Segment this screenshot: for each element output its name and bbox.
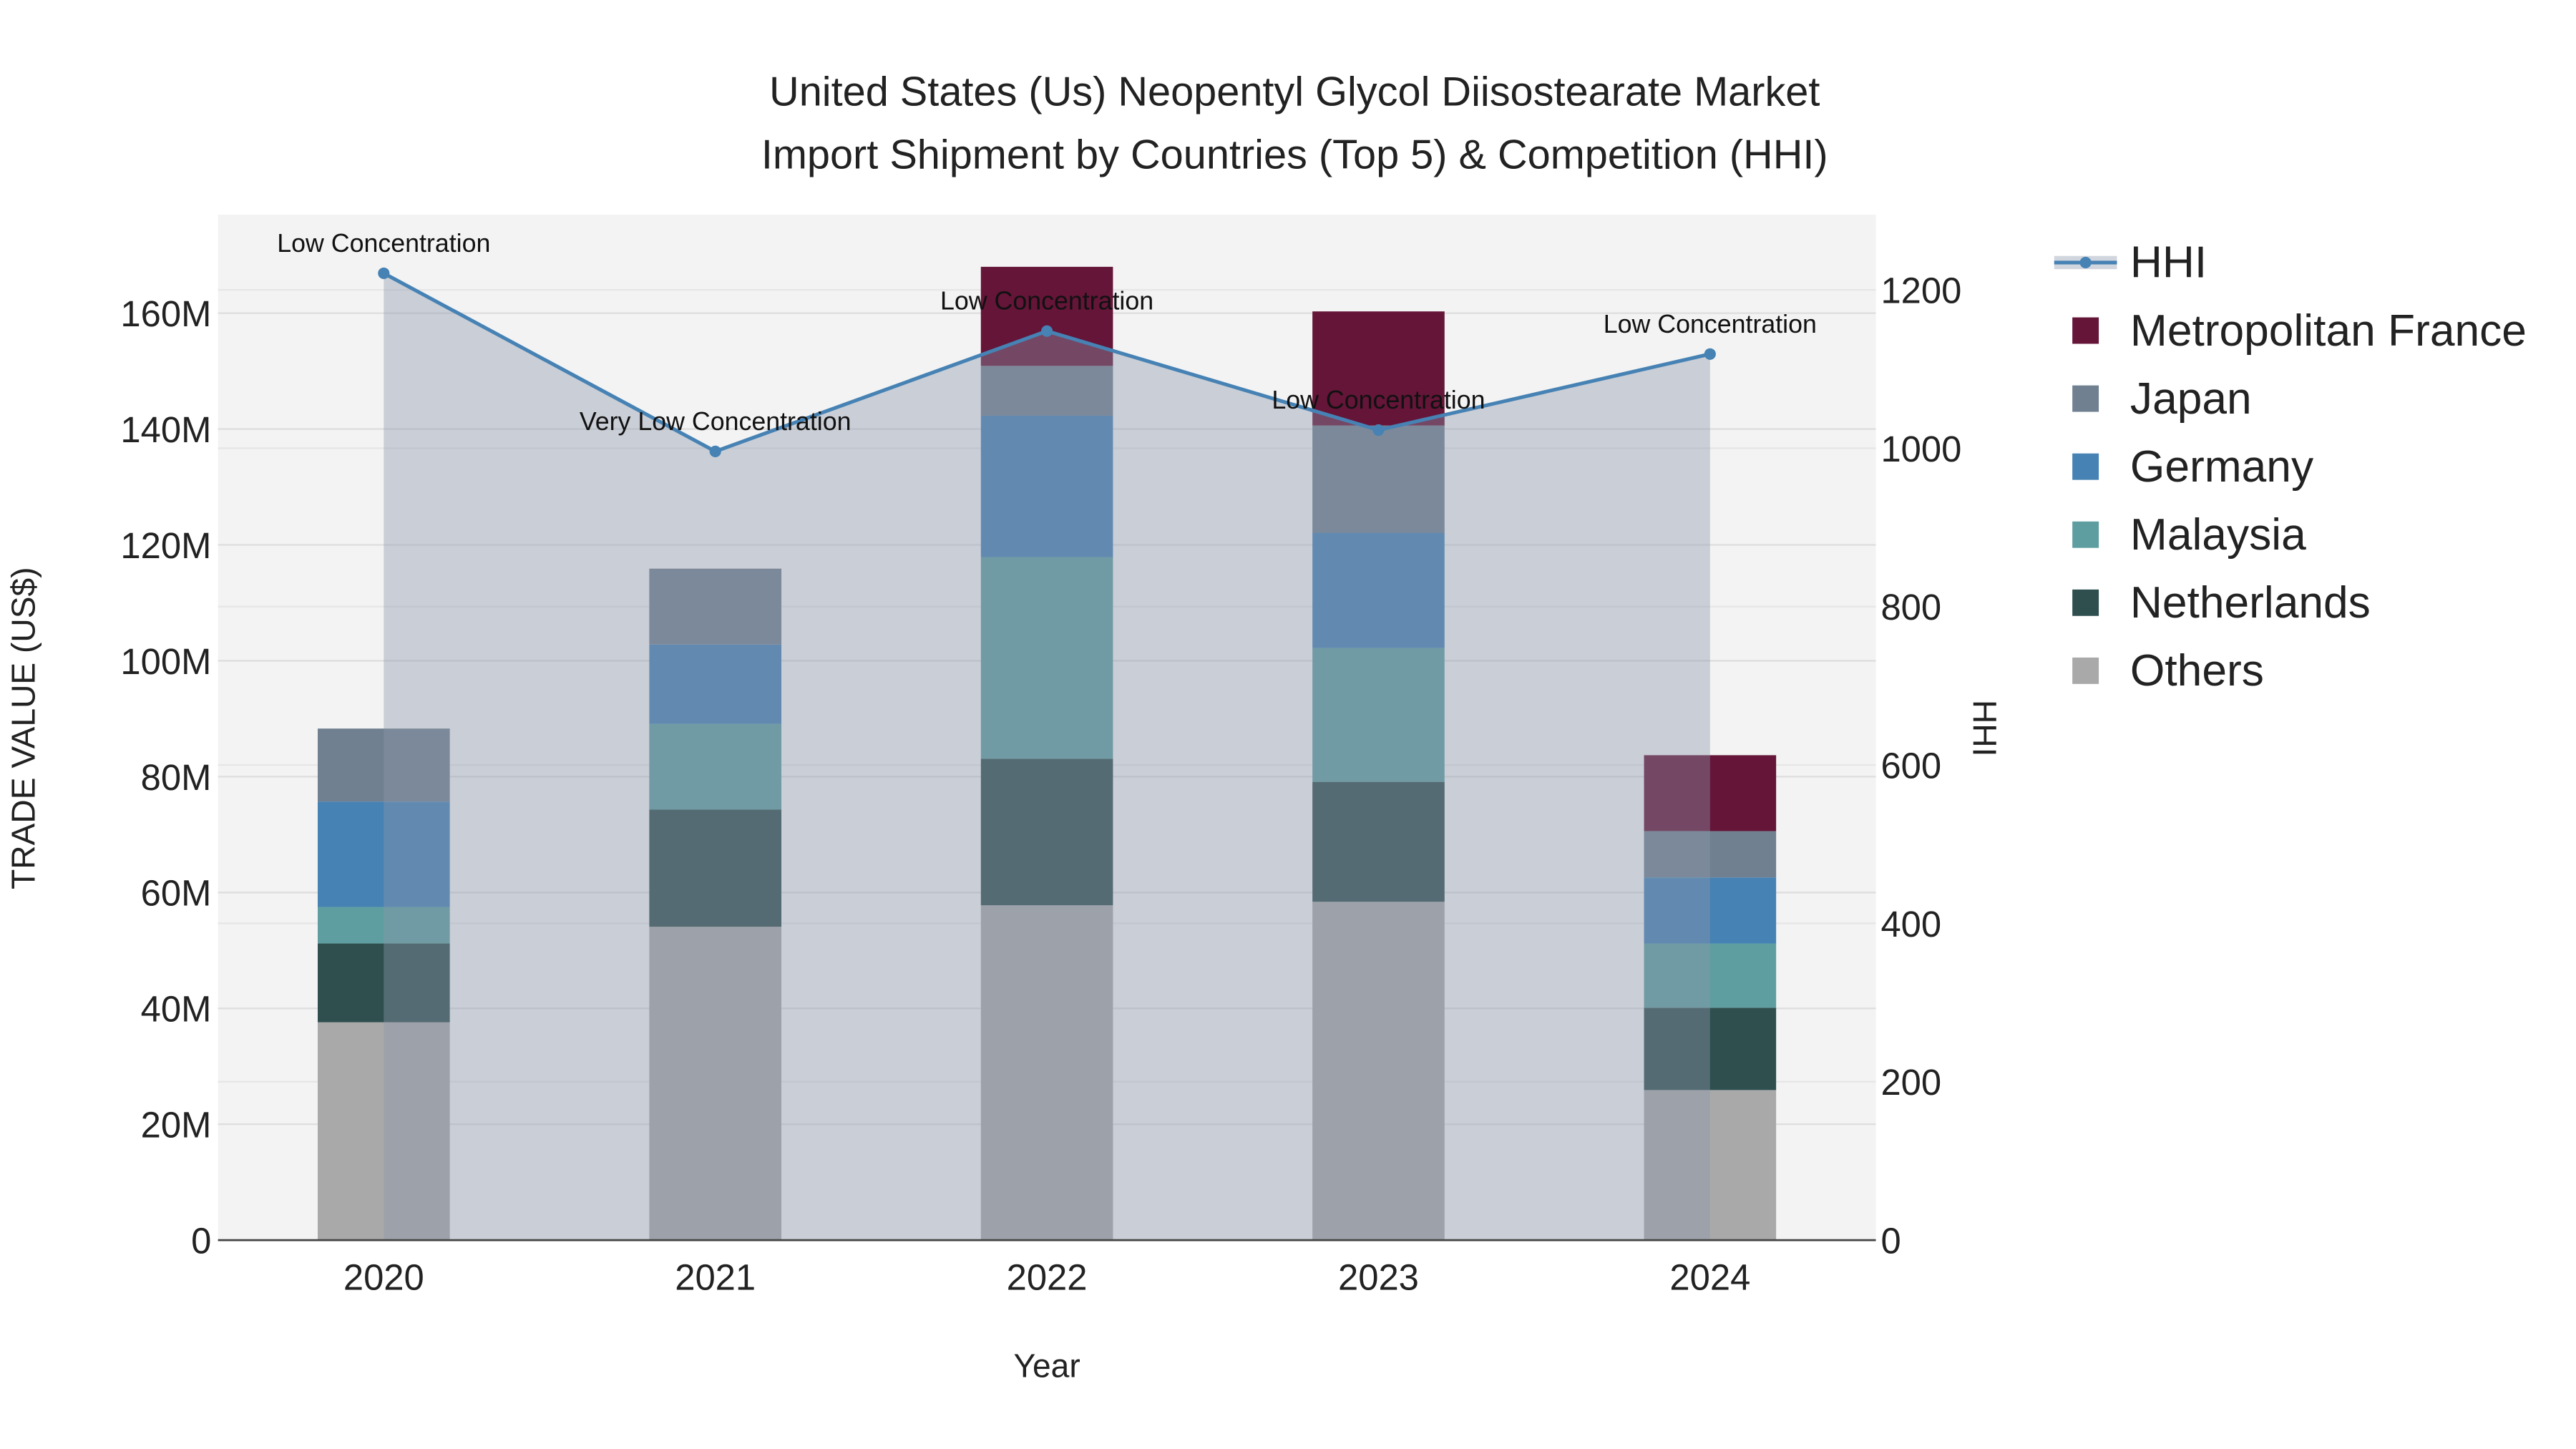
chart-title-line-1: United States (Us) Neopentyl Glycol Diis… — [769, 69, 1820, 115]
legend-swatch — [2072, 521, 2099, 548]
hhi-annotation: Low Concentration — [1272, 386, 1485, 414]
hhi-annotation: Low Concentration — [1604, 310, 1817, 338]
legend-swatch — [2072, 589, 2099, 616]
y-tick-label: 80M — [141, 757, 212, 798]
y2-tick-label: 1000 — [1880, 429, 1961, 469]
x-tick-label: 2022 — [1007, 1257, 1088, 1297]
x-axis-title: Year — [1013, 1347, 1080, 1385]
y-tick-label: 20M — [141, 1105, 212, 1146]
y2-tick-label: 200 — [1880, 1062, 1941, 1103]
hhi-point-2021[interactable] — [709, 445, 721, 457]
chart: United States (Us) Neopentyl Glycol Diis… — [4, 69, 2527, 1385]
legend-item-others[interactable]: Others — [2072, 646, 2264, 696]
legend-item-malaysia[interactable]: Malaysia — [2072, 510, 2306, 560]
y2-tick-label: 0 — [1880, 1221, 1901, 1262]
legend-label: Netherlands — [2130, 578, 2371, 628]
chart-title-line-2: Import Shipment by Countries (Top 5) & C… — [761, 132, 1828, 177]
legend: HHI Metropolitan France Japan Germany Malays… — [2054, 238, 2527, 696]
legend-label: HHI — [2130, 238, 2207, 288]
legend-label: Others — [2130, 646, 2264, 696]
legend-swatch — [2072, 385, 2099, 412]
y2-tick-label: 600 — [1880, 746, 1941, 786]
legend-swatch — [2072, 453, 2099, 480]
legend-label: Germany — [2130, 442, 2314, 492]
legend-swatch — [2079, 256, 2092, 268]
x-tick-label: 2021 — [675, 1257, 756, 1297]
y-tick-label: 100M — [120, 641, 211, 682]
legend-swatch — [2072, 317, 2099, 344]
legend-label: Japan — [2130, 374, 2252, 424]
hhi-point-2022[interactable] — [1041, 325, 1053, 337]
y2-tick-label: 800 — [1880, 587, 1941, 628]
y-tick-label: 60M — [141, 873, 212, 914]
legend-label: Malaysia — [2130, 510, 2306, 560]
y2-axis-title: HHI — [1966, 700, 2004, 756]
y-tick-label: 0 — [191, 1221, 211, 1262]
hhi-annotation: Low Concentration — [277, 229, 490, 258]
legend-swatch — [2072, 657, 2099, 684]
legend-item-metropolitan-france[interactable]: Metropolitan France — [2072, 306, 2527, 356]
y-axis-title: TRADE VALUE (US$) — [4, 567, 42, 889]
legend-item-japan[interactable]: Japan — [2072, 374, 2252, 424]
y2-tick-label: 400 — [1880, 904, 1941, 945]
x-tick-label: 2024 — [1669, 1257, 1750, 1297]
y-tick-label: 160M — [120, 293, 211, 334]
legend-item-germany[interactable]: Germany — [2072, 442, 2314, 492]
legend-label: Metropolitan France — [2130, 306, 2527, 356]
y-tick-label: 120M — [120, 525, 211, 566]
y-tick-label: 140M — [120, 409, 211, 450]
y-tick-label: 40M — [141, 989, 212, 1030]
hhi-point-2024[interactable] — [1704, 348, 1716, 360]
x-tick-label: 2023 — [1338, 1257, 1419, 1297]
legend-item-hhi[interactable]: HHI — [2054, 238, 2207, 288]
legend-item-netherlands[interactable]: Netherlands — [2072, 578, 2371, 628]
hhi-annotation: Low Concentration — [940, 287, 1153, 316]
hhi-annotation: Very Low Concentration — [580, 407, 852, 436]
hhi-point-2023[interactable] — [1372, 424, 1385, 436]
hhi-point-2020[interactable] — [378, 267, 390, 279]
x-tick-label: 2020 — [343, 1257, 424, 1297]
y2-tick-label: 1200 — [1880, 270, 1961, 311]
